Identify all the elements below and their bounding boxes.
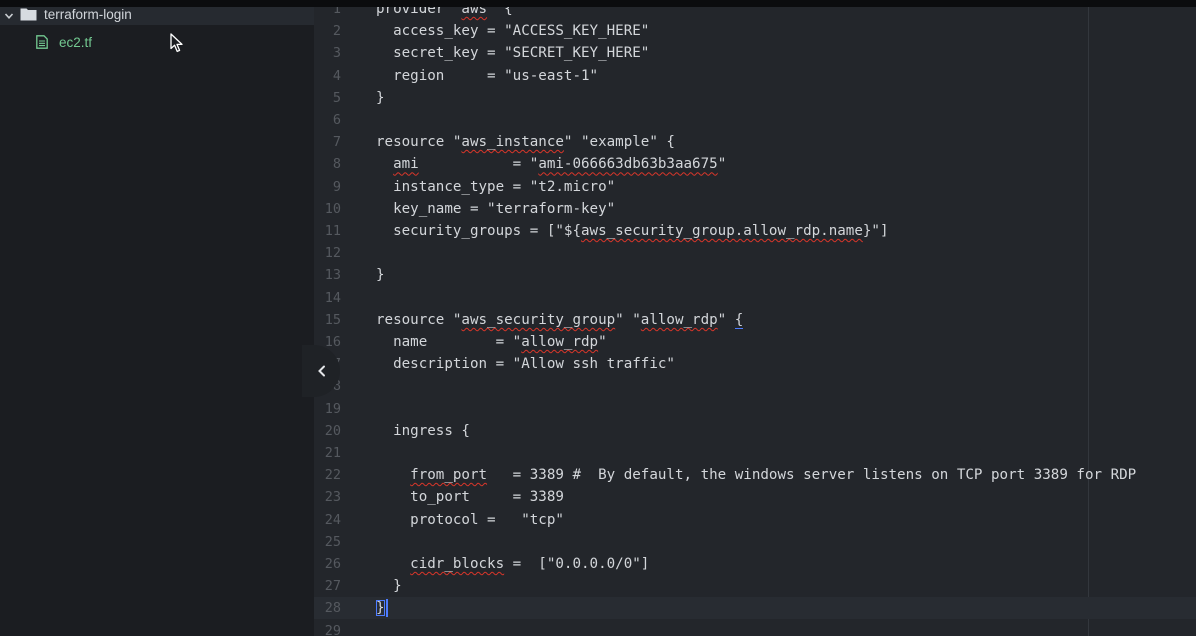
code-line[interactable]: 1 provider "aws" {	[314, 7, 1196, 20]
line-number: 12	[324, 245, 341, 262]
line-number: 6	[332, 112, 341, 128]
code-text: secret_key = "SECRET_KEY_HERE"	[376, 45, 650, 62]
code-line[interactable]: 19	[314, 398, 1196, 420]
line-number: 5	[332, 89, 341, 106]
chevron-down-icon[interactable]	[4, 9, 14, 19]
line-number: 29	[324, 622, 341, 636]
code-text: }	[376, 578, 402, 595]
code-line[interactable]: 16 name = "allow_rdp"	[314, 331, 1196, 353]
code-text: cidr_blocks = ["0.0.0.0/0"]	[410, 556, 650, 572]
code-line[interactable]: 29	[314, 620, 1196, 636]
line-number: 13	[324, 267, 341, 284]
code-line[interactable]: 27 }	[314, 575, 1196, 597]
line-number: 1	[332, 7, 341, 17]
chevron-left-icon	[318, 365, 325, 377]
folder-icon	[20, 7, 37, 21]
project-tree-panel: terraform-login ec2.tf	[0, 7, 314, 636]
code-line[interactable]: 4 region = "us-east-1"	[314, 65, 1196, 87]
code-line[interactable]: 28}	[314, 597, 1196, 620]
code-line[interactable]: 25	[314, 531, 1196, 553]
file-text-icon	[36, 35, 48, 49]
code-line[interactable]: 3 secret_key = "SECRET_KEY_HERE"	[314, 42, 1196, 64]
line-number: 10	[324, 200, 341, 217]
folder-label: terraform-login	[44, 7, 132, 22]
line-number: 4	[332, 67, 341, 84]
code-line[interactable]: 7 resource "aws_instance" "example" {	[314, 131, 1196, 153]
code-line[interactable]: 12	[314, 242, 1196, 264]
line-number: 26	[324, 556, 341, 572]
code-line[interactable]: 24 protocol = "tcp"	[314, 509, 1196, 531]
file-label: ec2.tf	[59, 34, 93, 50]
code-text: }	[376, 597, 388, 619]
code-line[interactable]: 5}	[314, 87, 1196, 109]
line-number: 25	[324, 533, 341, 550]
tree-folder-terraform-login[interactable]: terraform-login	[0, 7, 314, 25]
code-line[interactable]: 11 security_groups = ["${aws_security_gr…	[314, 220, 1196, 242]
code-line[interactable]: 10 key_name = "terraform-key"	[314, 198, 1196, 220]
code-text: ami = "ami-066663db63b3aa675"	[393, 156, 727, 173]
code-text: description = "Allow ssh traffic"	[376, 356, 675, 373]
line-number: 9	[332, 178, 341, 195]
line-number: 20	[324, 422, 341, 439]
line-number: 14	[324, 289, 341, 306]
code-text: to_port = 3389	[376, 489, 564, 506]
code-text: region = "us-east-1"	[376, 67, 599, 84]
code-line[interactable]: 6	[314, 109, 1196, 131]
code-text: }	[376, 267, 385, 284]
code-text: provider "aws" {	[376, 7, 513, 17]
code-line[interactable]: 2 access_key = "ACCESS_KEY_HERE"	[314, 20, 1196, 42]
code-editor[interactable]: 1 provider "aws" { 2 access_key = "ACCESS_…	[314, 7, 1196, 636]
line-number: 11	[324, 223, 341, 239]
code-line[interactable]: 17 description = "Allow ssh traffic"	[314, 353, 1196, 375]
code-line[interactable]: 26 cidr_blocks = ["0.0.0.0/0"]	[314, 553, 1196, 575]
line-number: 24	[324, 511, 341, 528]
code-text: access_key = "ACCESS_KEY_HERE"	[376, 23, 650, 40]
line-number: 27	[324, 578, 341, 595]
code-line[interactable]: 20 ingress {	[314, 420, 1196, 442]
line-number: 7	[332, 134, 341, 151]
code-line[interactable]: 23 to_port = 3389	[314, 486, 1196, 508]
code-line[interactable]: 18	[314, 375, 1196, 397]
code-text: name = "allow_rdp"	[376, 334, 607, 350]
code-line[interactable]: 22 from_port = 3389 # By default, the wi…	[314, 464, 1196, 486]
code-text: protocol = "tcp"	[376, 511, 564, 528]
code-text: resource "aws_security_group" "allow_rdp…	[376, 311, 744, 329]
code-text: }	[376, 89, 385, 106]
line-number: 22	[324, 467, 341, 484]
line-number: 3	[332, 45, 341, 62]
code-line[interactable]: 13}	[314, 264, 1196, 286]
code-text: from_port = 3389 # By default, the windo…	[410, 467, 1137, 484]
line-number: 8	[332, 156, 341, 173]
line-number: 15	[324, 311, 341, 328]
code-text: key_name = "terraform-key"	[376, 200, 616, 217]
code-text: resource "aws_instance" "example" {	[376, 134, 675, 151]
mouse-pointer-icon	[170, 33, 183, 53]
code-text: ingress {	[376, 422, 470, 439]
code-line[interactable]: 9 instance_type = "t2.micro"	[314, 176, 1196, 198]
code-text: security_groups = ["${aws_security_group…	[376, 223, 889, 239]
line-number: 19	[324, 400, 341, 417]
window-top-strip	[0, 0, 1196, 7]
code-line[interactable]: 15 resource "aws_security_group" "allow_r…	[314, 309, 1196, 331]
code-line[interactable]: 21	[314, 442, 1196, 464]
line-number: 23	[324, 489, 341, 506]
code-line[interactable]: 8 ami = "ami-066663db63b3aa675"	[314, 153, 1196, 175]
line-number: 21	[324, 445, 341, 461]
code-text: instance_type = "t2.micro"	[376, 178, 616, 195]
code-line[interactable]: 14	[314, 287, 1196, 309]
tree-file-ec2-tf[interactable]: ec2.tf	[36, 31, 92, 53]
line-number: 28	[324, 600, 341, 617]
line-number: 2	[332, 23, 341, 40]
